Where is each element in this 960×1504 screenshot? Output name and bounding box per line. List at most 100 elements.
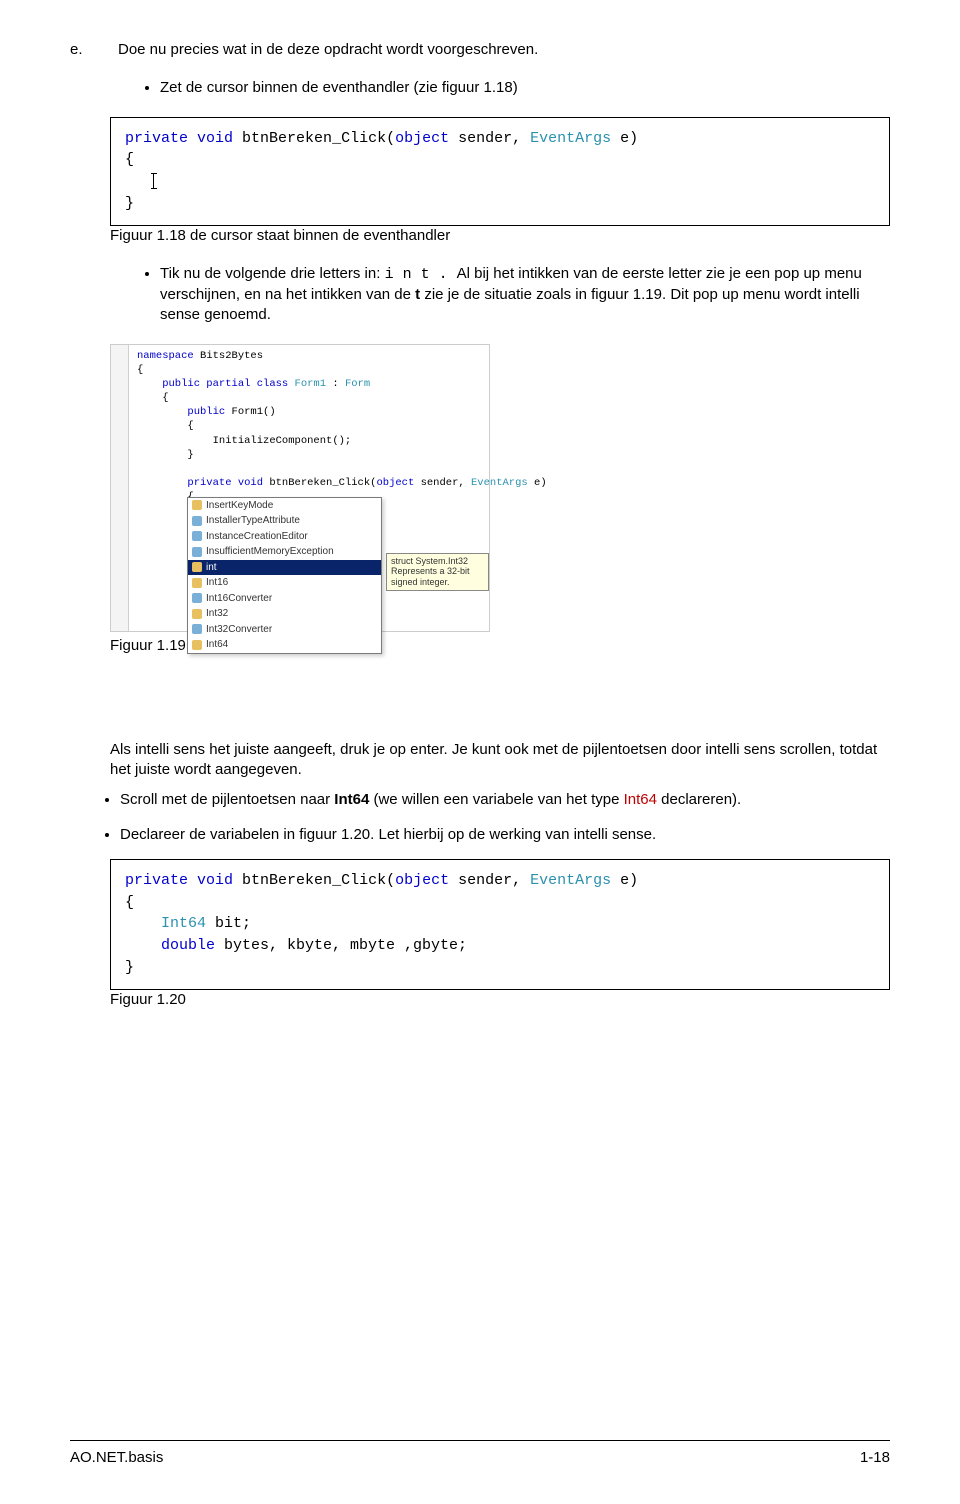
intelli-label: int <box>206 561 217 575</box>
intelli-item-3[interactable]: InsufficientMemoryException <box>188 544 381 560</box>
intelli-label: Int32Converter <box>206 623 272 637</box>
footer-rule <box>70 1440 890 1441</box>
type-int64: Int64 <box>125 915 206 932</box>
caption-1-18: Figuur 1.18 de cursor staat binnen de ev… <box>110 226 890 246</box>
intelli-label: Int16Converter <box>206 592 272 606</box>
type-eventargs: EventArgs <box>530 130 611 147</box>
intelli-item-7[interactable]: Int32 <box>188 606 381 622</box>
m-kw: private void <box>137 477 269 489</box>
section-text: Doe nu precies wat in de deze opdracht w… <box>118 40 890 60</box>
class-icon <box>192 531 202 541</box>
intelli-label: InsufficientMemoryException <box>206 545 334 559</box>
struct-icon <box>192 609 202 619</box>
intelli-item-8[interactable]: Int32Converter <box>188 622 381 638</box>
intelli-label: InsertKeyMode <box>206 499 273 513</box>
bullet-list-1: Zet de cursor binnen de eventhandler (zi… <box>160 78 890 98</box>
kw-double: double <box>125 937 215 954</box>
class-icon <box>192 547 202 557</box>
keyword-icon <box>192 562 202 572</box>
param-sender: sender, <box>449 130 530 147</box>
m-object: object <box>376 477 414 489</box>
method-name: btnBereken_Click( <box>233 130 395 147</box>
intelli-label: InstanceCreationEditor <box>206 530 308 544</box>
class-icon <box>192 516 202 526</box>
text-cursor-icon <box>153 174 154 188</box>
b2a: Tik nu de volgende drie letters in: <box>160 265 385 282</box>
class-icon <box>192 624 202 634</box>
struct-icon <box>192 578 202 588</box>
b2b-mono: i n t . <box>385 266 457 283</box>
ctor-par: () <box>263 406 276 418</box>
m-eventargs: EventArgs <box>471 477 528 489</box>
brace-close: } <box>125 195 134 212</box>
ctor-brace: { <box>137 420 194 432</box>
bullet-declareer: Declareer de variabelen in figuur 1.20. … <box>120 825 890 845</box>
bullet-scroll: Scroll met de pijlentoetsen naar Int64 (… <box>120 790 890 810</box>
struct-icon <box>192 640 202 650</box>
ns-name: Bits2Bytes <box>194 350 263 362</box>
cls-name: Form1 <box>295 378 327 390</box>
bullet-tik: Tik nu de volgende drie letters in: i n … <box>160 264 890 326</box>
intelli-item-1[interactable]: InstallerTypeAttribute <box>188 513 381 529</box>
para-intelli-enter: Als intelli sens het juiste aangeeft, dr… <box>110 740 890 781</box>
m-name: btnBereken_Click <box>269 477 370 489</box>
base-form: Form <box>345 378 370 390</box>
intelli-item-selected[interactable]: int <box>188 560 381 576</box>
struct-icon <box>192 500 202 510</box>
m2-e: e) <box>611 872 638 889</box>
tooltip-l2: Represents a 32-bit signed integer. <box>391 566 484 588</box>
cls-colon: : <box>326 378 345 390</box>
footer-left: AO.NET.basis <box>70 1448 163 1468</box>
caption-1-20: Figuur 1.20 <box>110 990 890 1010</box>
m2-name: btnBereken_Click( <box>233 872 395 889</box>
tooltip-l1: struct System.Int32 <box>391 556 484 567</box>
ide-screenshot: namespace Bits2Bytes { public partial cl… <box>110 344 490 632</box>
intelli-item-0[interactable]: InsertKeyMode <box>188 498 381 514</box>
b3b-bold: Int64 <box>334 791 369 808</box>
ctor-name: Form1 <box>232 406 264 418</box>
footer-right: 1-18 <box>860 1448 890 1468</box>
m2-sender: sender, <box>449 872 530 889</box>
kw-private: private <box>125 130 188 147</box>
section-e: e. Doe nu precies wat in de deze opdrach… <box>70 40 890 60</box>
kw-void: void <box>197 130 233 147</box>
section-label: e. <box>70 40 118 60</box>
intelli-item-2[interactable]: InstanceCreationEditor <box>188 529 381 545</box>
type-eventargs2: EventArgs <box>530 872 611 889</box>
b3e: declareren). <box>657 791 741 808</box>
brace-open2: { <box>125 894 134 911</box>
page-footer: AO.NET.basis 1-18 <box>70 1448 890 1468</box>
cls-brace: { <box>137 392 169 404</box>
code-box-2: private void btnBereken_Click(object sen… <box>110 859 890 990</box>
param-e: e) <box>611 130 638 147</box>
intellisense-tooltip: struct System.Int32 Represents a 32-bit … <box>386 553 489 591</box>
init-call: InitializeComponent(); <box>137 435 351 447</box>
kw-private2: private <box>125 872 188 889</box>
brace-close2: } <box>125 959 134 976</box>
intelli-label: Int32 <box>206 607 228 621</box>
intellisense-popup[interactable]: InsertKeyMode InstallerTypeAttribute Ins… <box>187 497 382 654</box>
var-bytes: bytes, kbyte, mbyte ,gbyte; <box>215 937 467 954</box>
b3d-red: Int64 <box>624 791 657 808</box>
m-sender: sender, <box>414 477 471 489</box>
kw-void2: void <box>197 872 233 889</box>
b2d-bold: t <box>415 286 424 303</box>
ns-brace: { <box>137 364 143 376</box>
intelli-item-9[interactable]: Int64 <box>188 637 381 653</box>
intelli-item-5[interactable]: Int16 <box>188 575 381 591</box>
bullet-list-2: Tik nu de volgende drie letters in: i n … <box>160 264 890 326</box>
intelli-label: InstallerTypeAttribute <box>206 514 300 528</box>
m-brace: { <box>137 491 194 503</box>
bullet-cursor: Zet de cursor binnen de eventhandler (zi… <box>160 78 890 98</box>
cls-decl: public partial class <box>137 378 295 390</box>
gutter <box>111 345 129 631</box>
kw-namespace: namespace <box>137 350 194 362</box>
brace-open: { <box>125 151 134 168</box>
b3a: Scroll met de pijlentoetsen naar <box>120 791 334 808</box>
m-e: e) <box>528 477 547 489</box>
editor-body: namespace Bits2Bytes { public partial cl… <box>111 345 489 631</box>
bullet-list-3: Scroll met de pijlentoetsen naar Int64 (… <box>120 790 890 845</box>
intelli-item-6[interactable]: Int16Converter <box>188 591 381 607</box>
var-bit: bit; <box>206 915 251 932</box>
code-box-1: private void btnBereken_Click(object sen… <box>110 117 890 226</box>
